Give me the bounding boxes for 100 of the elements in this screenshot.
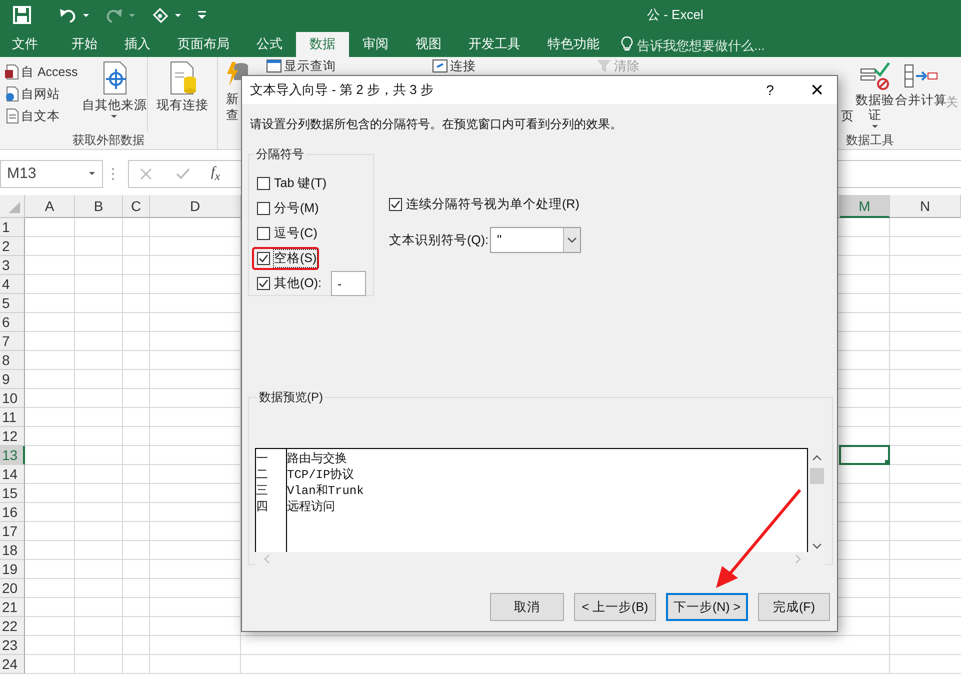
row-header[interactable]: 11 (0, 408, 25, 427)
function-button[interactable]: f$_{x}$ (211, 164, 220, 182)
group-label: 数据工具 (845, 132, 895, 148)
ribbon-tab[interactable]: 插入 (111, 32, 164, 57)
ribbon-tab[interactable]: 页面布局 (164, 32, 243, 57)
dialog-button[interactable]: 下一步(N) > (666, 593, 748, 621)
ribbon-tab[interactable]: 公式 (243, 32, 296, 57)
row-header[interactable]: 12 (0, 427, 25, 446)
close-button[interactable]: × (797, 76, 837, 104)
row-header[interactable]: 24 (0, 655, 25, 674)
group-label: 数据预览(P) (258, 389, 324, 406)
ribbon-tab[interactable]: 开始 (58, 32, 111, 57)
chevron-down-icon[interactable] (812, 542, 822, 550)
caret-icon[interactable] (174, 12, 182, 18)
ribbon-tab[interactable]: 特色功能 (534, 32, 613, 57)
access-file-icon (4, 64, 19, 80)
checkbox-label[interactable]: 分号(M) (274, 200, 319, 217)
row-header[interactable]: 2 (0, 237, 25, 256)
column-header[interactable]: C (123, 195, 150, 218)
row-header[interactable]: 1 (0, 218, 25, 237)
row-header[interactable]: 4 (0, 275, 25, 294)
ribbon-button[interactable]: 自网站 (4, 83, 82, 105)
caret-icon[interactable] (82, 12, 90, 18)
row-header[interactable]: 18 (0, 541, 25, 560)
dialog-title: 文本导入向导 - 第 2 步，共 3 步 (250, 81, 434, 99)
check-icon[interactable] (175, 166, 191, 180)
ribbon-button[interactable]: 合并计算 (896, 57, 946, 132)
dialog-button[interactable]: 取消 (490, 593, 564, 621)
row-header[interactable]: 22 (0, 617, 25, 636)
ribbon-button[interactable]: 显示查询 (266, 59, 336, 73)
checkbox[interactable] (257, 277, 270, 290)
dialog-button[interactable]: 完成(F) (758, 593, 830, 621)
preview-cell-text: 四 (256, 499, 269, 515)
row-header[interactable]: 16 (0, 503, 25, 522)
row-header[interactable]: 7 (0, 332, 25, 351)
row-header[interactable]: 14 (0, 465, 25, 484)
checkbox[interactable] (257, 177, 270, 190)
drag-handle-icon[interactable] (111, 166, 115, 180)
column-header[interactable]: B (75, 195, 123, 218)
save-icon[interactable] (12, 5, 32, 25)
ribbon-button[interactable]: 自其他来源 (82, 57, 148, 132)
column-header[interactable]: A (25, 195, 75, 218)
button-label: 页 (841, 108, 854, 125)
checkbox-label[interactable]: 逗号(C) (274, 225, 318, 242)
checkbox-label[interactable]: 其他(O): (274, 275, 322, 292)
ribbon-tab[interactable]: 文件 (0, 32, 58, 57)
row-header[interactable]: 23 (0, 636, 25, 655)
column-header[interactable]: D (150, 195, 241, 218)
preview-cell-text: 远程访问 (287, 499, 336, 515)
ribbon-tab[interactable]: 数据 (296, 32, 349, 57)
row-header[interactable]: 9 (0, 370, 25, 389)
dialog-button[interactable]: < 上一步(B) (574, 593, 656, 621)
checkbox[interactable] (257, 227, 270, 240)
ribbon-button[interactable]: 连接 (432, 59, 476, 73)
row-header[interactable]: 21 (0, 598, 25, 617)
row-header[interactable]: 19 (0, 560, 25, 579)
row-header[interactable]: 3 (0, 256, 25, 275)
ribbon-tab[interactable]: 审阅 (349, 32, 402, 57)
checkbox[interactable] (389, 198, 402, 211)
preview-cell-text: 一 (256, 451, 269, 467)
lightbulb-icon (621, 36, 633, 52)
field-label: 文本识别符号(Q): (389, 232, 490, 248)
caret-icon (871, 123, 879, 130)
ribbon-tab[interactable]: 开发工具 (455, 32, 534, 57)
customize-icon[interactable] (196, 8, 208, 22)
scroll-thumb[interactable] (810, 468, 824, 484)
row-header[interactable]: 15 (0, 484, 25, 503)
checkbox-label[interactable]: 连续分隔符号视为单个处理(R) (406, 196, 580, 213)
ribbon-button[interactable]: 现有连接 (147, 57, 217, 132)
ribbon-button[interactable]: 数据验 证 (854, 57, 896, 132)
ribbon-tab[interactable]: 视图 (402, 32, 455, 57)
validation-icon (859, 61, 891, 91)
checkbox-label[interactable]: 空格(S) (274, 250, 317, 267)
ribbon-button[interactable]: 自文本 (4, 105, 82, 127)
checkbox-label[interactable]: Tab 键(T) (274, 175, 327, 192)
tell-me-field[interactable]: 告诉我您想要做什么... (637, 38, 787, 53)
column-header[interactable]: M (840, 195, 890, 218)
row-header[interactable]: 17 (0, 522, 25, 541)
other-delimiter-field[interactable]: - (330, 271, 366, 296)
preview-cell-text: 二 (256, 467, 269, 483)
caret-icon (110, 113, 118, 120)
qualifier-dropdown[interactable]: " (490, 227, 581, 253)
row-header[interactable]: 20 (0, 579, 25, 598)
name-box[interactable]: M13 (0, 160, 103, 188)
column-header[interactable]: N (890, 195, 961, 218)
row-header[interactable]: 13 (0, 446, 25, 465)
group-label: 分隔符号 (255, 146, 305, 163)
checkbox[interactable] (257, 202, 270, 215)
help-button[interactable]: ? (755, 76, 785, 104)
preview-cell-text: 路由与交换 (287, 451, 348, 467)
row-header[interactable]: 5 (0, 294, 25, 313)
row-header[interactable]: 10 (0, 389, 25, 408)
row-header[interactable]: 8 (0, 351, 25, 370)
ribbon-button[interactable]: 自 Access (4, 61, 82, 83)
active-cell[interactable] (839, 445, 890, 465)
chevron-up-icon[interactable] (812, 454, 822, 462)
row-header[interactable]: 6 (0, 313, 25, 332)
touch-mode-icon[interactable] (150, 5, 170, 25)
chevron-down-icon (563, 228, 580, 252)
checkbox[interactable] (257, 252, 270, 265)
